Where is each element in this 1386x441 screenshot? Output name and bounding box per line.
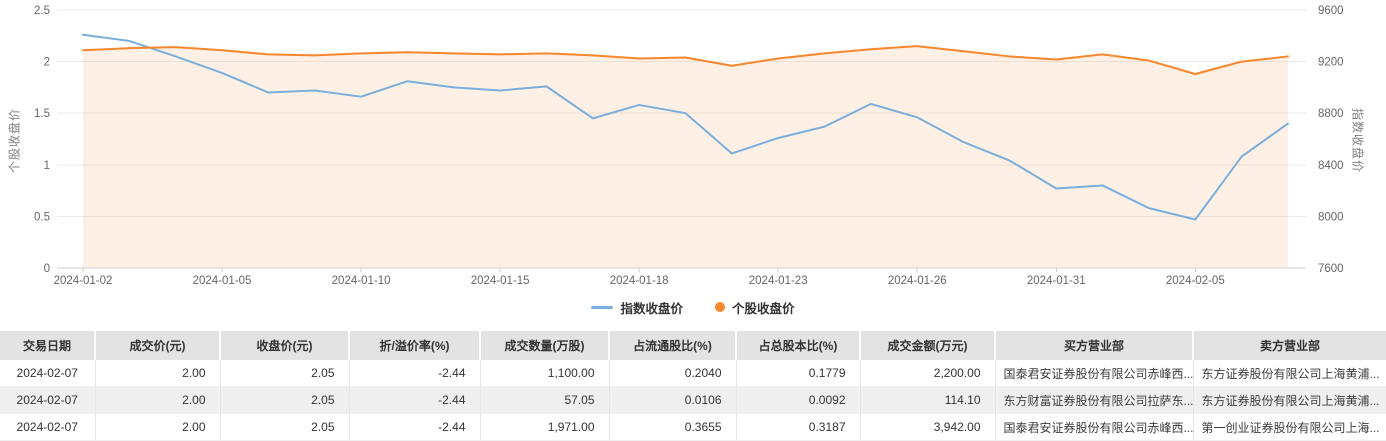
x-axis-tick-label: 2024-01-02	[54, 275, 113, 287]
right-axis-tick-label: 9200	[1318, 57, 1344, 69]
column-header: 买方营业部	[995, 331, 1194, 360]
column-header: 收盘价(元)	[220, 331, 350, 360]
x-axis-tick-label: 2024-01-18	[610, 275, 669, 287]
table-cell: 2.05	[220, 413, 350, 441]
column-header: 成交数量(万股)	[480, 331, 610, 360]
table-cell: 2024-02-07	[0, 360, 96, 387]
table-cell: 2024-02-07	[0, 413, 96, 441]
table-cell: 0.2040	[609, 360, 737, 387]
right-axis-tick-label: 9600	[1318, 5, 1344, 17]
table-cell: -2.44	[349, 360, 481, 387]
chart-canvas: 2.5 9600 2 9200 1.5 8800 1 8400 0.5 8000 0 7600 2024…	[34, 5, 1344, 287]
x-axis-tick-label: 2024-01-23	[749, 275, 808, 287]
stock-price-area-fill	[83, 46, 1288, 269]
table-row: 2024-02-07 2.00 2.05 -2.44 57.05 0.0106 0.0092…	[0, 386, 1386, 414]
table-cell: 3,942.00	[860, 413, 996, 441]
table-cell: 第一创业证券股份有限公司上海...	[1193, 413, 1386, 441]
table-cell: 东方财富证券股份有限公司拉萨东...	[995, 386, 1194, 414]
column-header: 占流通股比(%)	[609, 331, 737, 360]
legend-label: 指数收盘价	[620, 301, 683, 316]
table-cell: 0.3655	[609, 413, 737, 441]
table-cell: 57.05	[480, 386, 610, 414]
table-cell: 0.0106	[609, 386, 737, 414]
legend-line-marker-icon	[591, 305, 614, 309]
table-cell: 2.00	[95, 386, 221, 414]
table-cell: 2.05	[220, 386, 350, 414]
table-cell: 0.1779	[736, 360, 861, 387]
table-cell: -2.44	[349, 386, 481, 414]
right-axis-tick-label: 7600	[1318, 263, 1344, 275]
left-axis-tick-label: 2.5	[34, 5, 50, 17]
column-header: 占总股本比(%)	[736, 331, 861, 360]
table-cell: 国泰君安证券股份有限公司赤峰西...	[995, 360, 1194, 387]
left-axis-tick-label: 2	[44, 57, 50, 69]
table-row: 2024-02-07 2.00 2.05 -2.44 1,100.00 0.2040 0.1…	[0, 360, 1386, 387]
table-cell: 2.05	[220, 360, 350, 387]
column-header: 成交价(元)	[95, 331, 221, 360]
table-cell: 2024-02-07	[0, 386, 96, 414]
table-cell: 东方证券股份有限公司上海黄浦...	[1193, 386, 1386, 414]
x-axis-tick-label: 2024-01-10	[332, 275, 391, 287]
table-cell: 1,100.00	[480, 360, 610, 387]
table-cell: 2.00	[95, 413, 221, 441]
table-cell: 0.3187	[736, 413, 861, 441]
block-trade-table: 交易日期 成交价(元) 收盘价(元) 折/溢价率(%) 成交数量(万股) 占流通股比(%)…	[0, 331, 1386, 441]
legend-label: 个股收盘价	[732, 301, 795, 316]
table-cell: 0.0092	[736, 386, 861, 414]
chart-legend: 指数收盘价 个股收盘价	[0, 297, 1386, 317]
x-axis-tick-label: 2024-01-26	[888, 275, 947, 287]
left-axis-title: 个股收盘价	[7, 108, 22, 174]
table-cell: 1,971.00	[480, 413, 610, 441]
right-axis-title: 指数收盘价	[1350, 107, 1365, 173]
x-axis-tick-label: 2024-01-05	[193, 275, 252, 287]
column-header: 卖方营业部	[1193, 331, 1386, 360]
legend-item-stock-close[interactable]: 个股收盘价	[715, 298, 795, 317]
table-header-row: 交易日期 成交价(元) 收盘价(元) 折/溢价率(%) 成交数量(万股) 占流通股比(%)…	[0, 331, 1386, 360]
left-axis-tick-label: 1.5	[34, 108, 50, 120]
table-cell: 东方证券股份有限公司上海黄浦...	[1193, 360, 1386, 387]
x-axis-tick-label: 2024-02-05	[1166, 275, 1225, 287]
legend-dot-marker-icon	[715, 302, 725, 312]
left-axis-tick-label: 0	[44, 263, 50, 275]
dual-axis-price-chart: 2.5 9600 2 9200 1.5 8800 1 8400 0.5 8000 0 7600 2024…	[0, 0, 1386, 331]
column-header: 交易日期	[0, 331, 96, 360]
right-axis-tick-label: 8800	[1318, 108, 1344, 120]
table-cell: -2.44	[349, 413, 481, 441]
table-cell: 2,200.00	[860, 360, 996, 387]
left-axis-tick-label: 0.5	[34, 211, 50, 223]
column-header: 折/溢价率(%)	[349, 331, 481, 360]
table-cell: 2.00	[95, 360, 221, 387]
x-axis-tick-label: 2024-01-31	[1027, 275, 1086, 287]
table-row: 2024-02-07 2.00 2.05 -2.44 1,971.00 0.3655 0.3…	[0, 413, 1386, 441]
column-header: 成交金额(万元)	[860, 331, 996, 360]
table-cell: 国泰君安证券股份有限公司赤峰西...	[995, 413, 1194, 441]
legend-item-index-close[interactable]: 指数收盘价	[591, 298, 683, 317]
table-cell: 114.10	[860, 386, 996, 414]
right-axis-tick-label: 8400	[1318, 160, 1344, 172]
x-axis-tick-label: 2024-01-15	[471, 275, 530, 287]
right-axis-tick-label: 8000	[1318, 211, 1344, 223]
left-axis-tick-label: 1	[44, 160, 50, 172]
